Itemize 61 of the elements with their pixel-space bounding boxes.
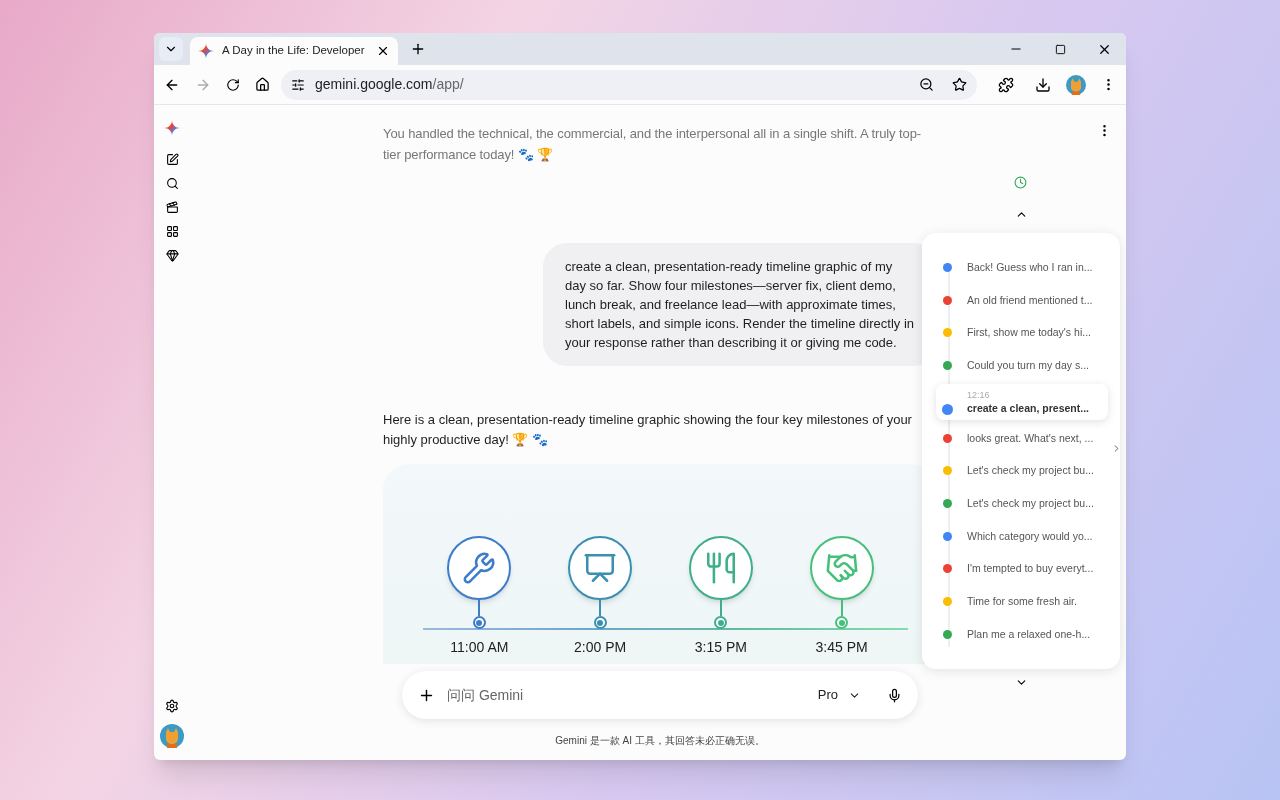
- outline-item[interactable]: looks great. What's next, ...: [936, 421, 1106, 455]
- sparkle-icon: [198, 43, 214, 59]
- zoom-out-icon[interactable]: [919, 77, 934, 92]
- close-icon[interactable]: [376, 44, 390, 58]
- message-time: 12:16: [967, 388, 991, 402]
- home-icon[interactable]: [255, 77, 270, 92]
- new-chat-icon[interactable]: [165, 153, 179, 166]
- assistant-message: You handled the technical, the commercial, and the interpersonal all in a single shift. A truly top-tier performance today! 🐾 🏆: [383, 125, 922, 164]
- outline-item[interactable]: Plan me a relaxed one-h...: [936, 617, 1106, 651]
- settings-icon[interactable]: [165, 699, 179, 713]
- outline-item[interactable]: Let's check my project bu...: [936, 487, 1106, 520]
- video-icon[interactable]: [165, 201, 179, 214]
- outline-text: Back! Guess who I ran in...: [967, 260, 1093, 274]
- download-icon[interactable]: [1035, 76, 1051, 93]
- avatar-icon[interactable]: [160, 724, 184, 748]
- outline-item[interactable]: Time for some fresh air.: [936, 585, 1106, 618]
- outline-text: Let's check my project bu...: [967, 496, 1094, 510]
- outline-item[interactable]: I'm tempted to buy everyt...: [936, 552, 1106, 586]
- outline-item[interactable]: Which category would yo...: [936, 519, 1106, 553]
- reload-icon[interactable]: [226, 77, 240, 92]
- milestone-time: 2:00 PM: [574, 638, 627, 657]
- prompt-field[interactable]: 问问 Gemini: [447, 684, 806, 706]
- outline-item[interactable]: Back! Guess who I ran in...: [936, 251, 1106, 284]
- milestone-time: 11:00 AM: [450, 638, 509, 657]
- model-selector[interactable]: Pro: [817, 685, 861, 705]
- outline-item[interactable]: 12:16 create a clean, present...: [936, 383, 1108, 420]
- milestone-time: 3:15 PM: [694, 638, 747, 657]
- microphone-icon[interactable]: [887, 687, 902, 703]
- milestone-time: 3:45 PM: [815, 638, 868, 657]
- outline-text: Which category would yo...: [967, 529, 1093, 543]
- outline-text: create a clean, present...: [967, 401, 1089, 415]
- outline-text: Plan me a relaxed one-h...: [967, 627, 1091, 641]
- outline-text: I'm tempted to buy everyt...: [967, 562, 1094, 576]
- avatar-icon[interactable]: [1066, 74, 1086, 95]
- outline-item[interactable]: Let's check my project bu...: [936, 454, 1106, 488]
- address-bar[interactable]: gemini.google.com/app/: [281, 69, 977, 100]
- outline-text: Could you turn my day s...: [967, 358, 1089, 372]
- outline-text: Let's check my project bu...: [967, 464, 1094, 478]
- outline-item[interactable]: First, show me today's hi...: [936, 316, 1106, 350]
- search-icon[interactable]: [165, 177, 179, 190]
- outline-item[interactable]: An old friend mentioned t...: [936, 283, 1106, 317]
- site-settings-icon[interactable]: [291, 77, 305, 92]
- bookmark-star-icon[interactable]: [952, 77, 967, 92]
- outline-item[interactable]: Could you turn my day s...: [936, 349, 1106, 382]
- sparkle-icon: [164, 120, 180, 136]
- apps-icon[interactable]: [165, 225, 179, 238]
- gem-icon[interactable]: [165, 249, 179, 262]
- outline-text: Time for some fresh air.: [967, 595, 1077, 609]
- history-clock-icon[interactable]: [1014, 176, 1027, 189]
- extensions-icon[interactable]: [998, 76, 1014, 93]
- new-tab-icon[interactable]: [410, 41, 426, 57]
- tab-title: A Day in the Life: Developer: [222, 43, 366, 59]
- outline-text: looks great. What's next, ...: [967, 431, 1094, 445]
- prompt-input[interactable]: 问问 Gemini Pro: [402, 671, 918, 719]
- url-text: gemini.google.com/app/: [315, 75, 464, 94]
- outline-text: First, show me today's hi...: [967, 326, 1091, 340]
- assistant-message: Here is a clean, presentation-ready timeline graphic showing the four key milestones of your highly productive day! 🏆 🐾: [383, 411, 913, 449]
- tab-list-button[interactable]: [159, 37, 183, 61]
- browser-tab[interactable]: A Day in the Life: Developer: [190, 37, 398, 65]
- disclaimer-text: Gemini 是一款 AI 工具，其回答未必正确无误。: [555, 734, 765, 748]
- outline-text: An old friend mentioned t...: [967, 293, 1093, 307]
